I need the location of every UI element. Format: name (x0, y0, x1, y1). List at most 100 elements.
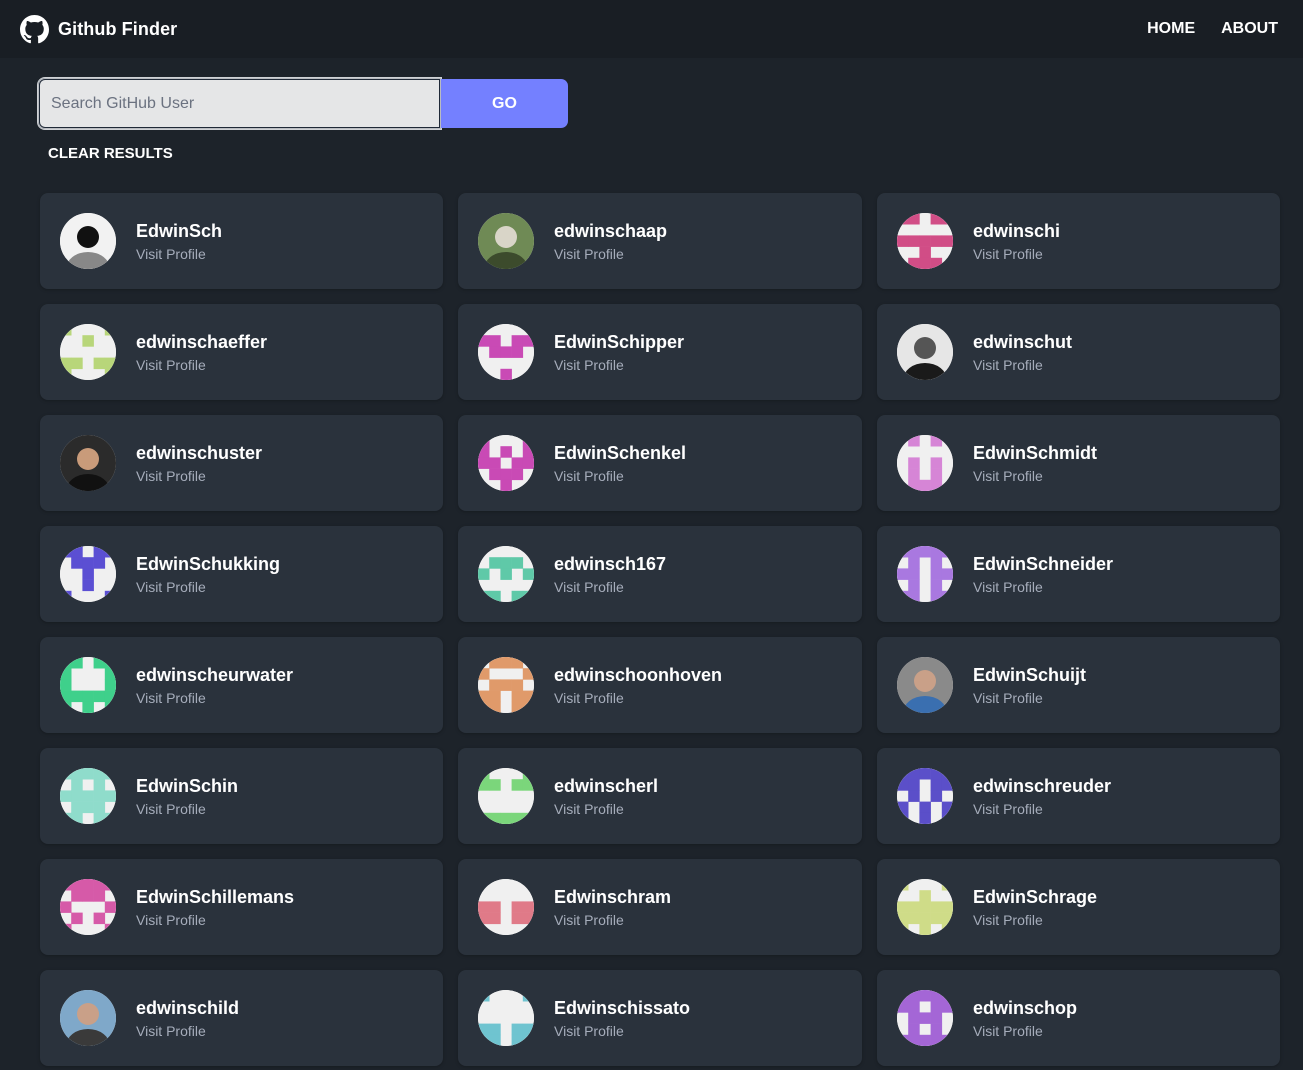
user-info: edwinscheurwater Visit Profile (136, 664, 293, 707)
identicon-avatar (897, 879, 953, 935)
user-info: edwinschild Visit Profile (136, 997, 239, 1040)
username: EdwinSch (136, 220, 223, 241)
username: EdwinSchrage (973, 886, 1098, 907)
user-info: EdwinSchrage Visit Profile (973, 886, 1097, 929)
visit-profile-link[interactable]: Visit Profile (973, 689, 1086, 707)
user-card: edwinsch167 Visit Profile (458, 526, 862, 622)
visit-profile-link[interactable]: Visit Profile (136, 800, 238, 818)
user-info: edwinschut Visit Profile (973, 331, 1072, 374)
username: edwinschaap (554, 220, 668, 241)
identicon-avatar (478, 879, 534, 935)
visit-profile-link[interactable]: Visit Profile (136, 578, 280, 596)
brand[interactable]: Github Finder (20, 14, 177, 44)
user-card: edwinschut Visit Profile (877, 304, 1280, 400)
user-info: EdwinSchneider Visit Profile (973, 553, 1113, 596)
user-card: edwinschoonhoven Visit Profile (458, 637, 862, 733)
user-card: edwinschaap Visit Profile (458, 193, 862, 289)
identicon-avatar (478, 768, 534, 824)
visit-profile-link[interactable]: Visit Profile (554, 911, 671, 929)
visit-profile-link[interactable]: Visit Profile (554, 245, 667, 263)
nav-home-link[interactable]: HOME (1134, 12, 1208, 46)
user-card: EdwinSchillemans Visit Profile (40, 859, 443, 955)
go-button[interactable]: GO (441, 79, 568, 128)
visit-profile-link[interactable]: Visit Profile (136, 245, 222, 263)
photo-avatar (60, 435, 116, 491)
visit-profile-link[interactable]: Visit Profile (973, 467, 1097, 485)
user-info: EdwinSchin Visit Profile (136, 775, 238, 818)
user-card: EdwinSchukking Visit Profile (40, 526, 443, 622)
nav-links: HOME ABOUT (1134, 12, 1291, 46)
identicon-avatar (60, 768, 116, 824)
user-card: edwinschuster Visit Profile (40, 415, 443, 511)
user-card: EdwinSchin Visit Profile (40, 748, 443, 844)
visit-profile-link[interactable]: Visit Profile (973, 578, 1113, 596)
user-info: edwinschreuder Visit Profile (973, 775, 1111, 818)
username: EdwinSchipper (554, 331, 685, 352)
visit-profile-link[interactable]: Visit Profile (554, 467, 686, 485)
visit-profile-link[interactable]: Visit Profile (554, 1022, 690, 1040)
username: EdwinSchuijt (973, 664, 1087, 685)
username: edwinsch167 (554, 553, 667, 574)
user-card: EdwinSchneider Visit Profile (877, 526, 1280, 622)
identicon-avatar (60, 324, 116, 380)
user-info: edwinschoonhoven Visit Profile (554, 664, 722, 707)
user-info: edwinschi Visit Profile (973, 220, 1060, 263)
user-info: EdwinSch Visit Profile (136, 220, 222, 263)
username: edwinschop (973, 997, 1078, 1018)
visit-profile-link[interactable]: Visit Profile (554, 578, 666, 596)
visit-profile-link[interactable]: Visit Profile (136, 467, 262, 485)
identicon-avatar (897, 990, 953, 1046)
user-card: EdwinSchrage Visit Profile (877, 859, 1280, 955)
visit-profile-link[interactable]: Visit Profile (554, 356, 684, 374)
visit-profile-link[interactable]: Visit Profile (973, 245, 1060, 263)
visit-profile-link[interactable]: Visit Profile (136, 689, 293, 707)
visit-profile-link[interactable]: Visit Profile (554, 800, 658, 818)
visit-profile-link[interactable]: Visit Profile (554, 689, 722, 707)
photo-avatar (897, 657, 953, 713)
username: Edwinschram (554, 886, 672, 907)
user-card: EdwinSchenkel Visit Profile (458, 415, 862, 511)
user-info: edwinsch167 Visit Profile (554, 553, 666, 596)
visit-profile-link[interactable]: Visit Profile (973, 356, 1072, 374)
user-info: EdwinSchipper Visit Profile (554, 331, 684, 374)
username: edwinschreuder (973, 775, 1112, 796)
user-card: EdwinSch Visit Profile (40, 193, 443, 289)
visit-profile-link[interactable]: Visit Profile (973, 1022, 1077, 1040)
photo-avatar (478, 213, 534, 269)
user-info: Edwinschissato Visit Profile (554, 997, 690, 1040)
user-card: Edwinschissato Visit Profile (458, 970, 862, 1066)
user-card: EdwinSchuijt Visit Profile (877, 637, 1280, 733)
visit-profile-link[interactable]: Visit Profile (136, 1022, 239, 1040)
identicon-avatar (897, 435, 953, 491)
user-info: edwinschuster Visit Profile (136, 442, 262, 485)
user-info: Edwinschram Visit Profile (554, 886, 671, 929)
github-icon (20, 14, 49, 43)
user-card: EdwinSchipper Visit Profile (458, 304, 862, 400)
user-info: edwinschaeffer Visit Profile (136, 331, 267, 374)
username: edwinscheurwater (136, 664, 294, 685)
visit-profile-link[interactable]: Visit Profile (136, 356, 267, 374)
identicon-avatar (60, 657, 116, 713)
username: EdwinSchin (136, 775, 239, 796)
user-card: edwinschop Visit Profile (877, 970, 1280, 1066)
user-card: edwinschreuder Visit Profile (877, 748, 1280, 844)
search-input[interactable] (38, 78, 441, 129)
username: edwinschut (973, 331, 1073, 352)
visit-profile-link[interactable]: Visit Profile (973, 800, 1111, 818)
username: EdwinSchenkel (554, 442, 687, 463)
identicon-avatar (60, 546, 116, 602)
username: edwinschi (973, 220, 1061, 241)
identicon-avatar (478, 657, 534, 713)
nav-about-link[interactable]: ABOUT (1208, 12, 1291, 46)
visit-profile-link[interactable]: Visit Profile (973, 911, 1097, 929)
visit-profile-link[interactable]: Visit Profile (136, 911, 294, 929)
identicon-avatar (897, 213, 953, 269)
user-info: EdwinSchillemans Visit Profile (136, 886, 294, 929)
clear-results-button[interactable]: CLEAR RESULTS (48, 145, 173, 162)
identicon-avatar (897, 768, 953, 824)
username: edwinschaeffer (136, 331, 268, 352)
identicon-avatar (60, 879, 116, 935)
identicon-avatar (478, 324, 534, 380)
username: EdwinSchillemans (136, 886, 295, 907)
username: EdwinSchmidt (973, 442, 1098, 463)
